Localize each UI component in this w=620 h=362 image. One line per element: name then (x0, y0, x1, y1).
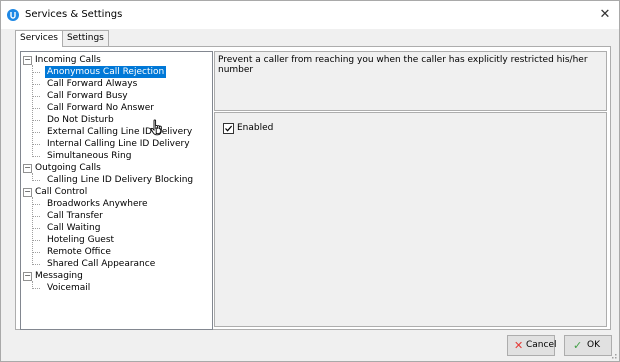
tab-settings[interactable]: Settings (61, 30, 109, 46)
title-bar: Services & Settings ✕ (1, 1, 619, 29)
collapse-toggle-icon[interactable]: − (23, 164, 32, 173)
collapse-toggle-icon[interactable]: − (23, 272, 32, 281)
tree-group-label[interactable]: Call Control (35, 186, 87, 198)
tree-item-label[interactable]: Do Not Disturb (47, 114, 114, 126)
tree-guide-line (32, 108, 40, 109)
tree-group-label[interactable]: Messaging (35, 270, 83, 282)
tree-group-outgoing-calls[interactable]: − Outgoing Calls (21, 162, 210, 174)
tree-guide-line (32, 252, 40, 253)
tree-item-label[interactable]: Broadworks Anywhere (47, 198, 148, 210)
tree-item-anonymous-call-rejection[interactable]: Anonymous Call Rejection (21, 66, 210, 78)
tree-item-label[interactable]: Hoteling Guest (47, 234, 114, 246)
tree-item-label[interactable]: External Calling Line ID Delivery (47, 126, 192, 138)
tree-item-label[interactable]: Call Transfer (47, 210, 103, 222)
tree-item-label[interactable]: Call Forward No Answer (47, 102, 154, 114)
tree-item-label[interactable]: Simultaneous Ring (47, 150, 131, 162)
tree-guide-line (32, 204, 40, 205)
tree-item-label[interactable]: Voicemail (47, 282, 90, 294)
tree-group-label[interactable]: Incoming Calls (35, 54, 101, 66)
tree-item-call-waiting[interactable]: Call Waiting (21, 222, 210, 234)
tree-guide-line (32, 120, 40, 121)
tree-item-remote-office[interactable]: Remote Office (21, 246, 210, 258)
tree-item-label[interactable]: Call Forward Always (47, 78, 137, 90)
services-settings-window: Services & Settings ✕ Services Settings … (0, 0, 620, 362)
tree-item-external-calling-line-id-delivery[interactable]: External Calling Line ID Delivery (21, 126, 210, 138)
tree-guide-line (32, 288, 40, 289)
tree-guide-line (32, 72, 40, 73)
ok-label: OK (587, 340, 600, 350)
tree-item-label[interactable]: Call Forward Busy (47, 90, 128, 102)
tree-guide-line (32, 84, 40, 85)
tree-group-call-control[interactable]: − Call Control (21, 186, 210, 198)
collapse-toggle-icon[interactable]: − (23, 56, 32, 65)
tree-group-incoming-calls[interactable]: − Incoming Calls (21, 54, 210, 66)
tree-guide-line (32, 240, 40, 241)
check-icon: ✓ (573, 339, 583, 352)
tree-item-call-transfer[interactable]: Call Transfer (21, 210, 210, 222)
tree-item-label[interactable]: Shared Call Appearance (47, 258, 155, 270)
tree-item-label[interactable]: Internal Calling Line ID Delivery (47, 138, 190, 150)
service-settings-box: Enabled (214, 112, 607, 327)
tree-item-simultaneous-ring[interactable]: Simultaneous Ring (21, 150, 210, 162)
close-icon: ✕ (599, 7, 611, 22)
cancel-button[interactable]: ✕ Cancel (507, 335, 557, 356)
tree-item-voicemail[interactable]: Voicemail (21, 282, 210, 294)
service-description: Prevent a caller from reaching you when … (218, 55, 588, 75)
tree-item-shared-call-appearance[interactable]: Shared Call Appearance (21, 258, 210, 270)
close-button[interactable]: ✕ (595, 3, 615, 27)
tree-item-call-forward-busy[interactable]: Call Forward Busy (21, 90, 210, 102)
tree-item-label[interactable]: Call Waiting (47, 222, 100, 234)
tree-guide-line (32, 264, 40, 265)
tab-services[interactable]: Services (15, 30, 63, 47)
tree-guide-line (32, 180, 40, 181)
enabled-checkbox[interactable] (223, 123, 234, 134)
tree-item-calling-line-id-delivery-blocking[interactable]: Calling Line ID Delivery Blocking (21, 174, 210, 186)
enabled-label[interactable]: Enabled (237, 123, 273, 133)
tree-guide-line (32, 132, 40, 133)
tree-guide-line (32, 144, 40, 145)
tree-group-messaging[interactable]: − Messaging (21, 270, 210, 282)
tree-group-label[interactable]: Outgoing Calls (35, 162, 101, 174)
tree-item-broadworks-anywhere[interactable]: Broadworks Anywhere (21, 198, 210, 210)
tree-guide-line (32, 216, 40, 217)
resize-grip-icon[interactable] (609, 351, 617, 359)
service-description-box: Prevent a caller from reaching you when … (214, 51, 607, 111)
tree-item-do-not-disturb[interactable]: Do Not Disturb (21, 114, 210, 126)
tree-guide-line (32, 228, 40, 229)
services-tree[interactable]: − Incoming Calls Anonymous Call Rejection C… (20, 51, 213, 330)
tab-bar: Services Settings (15, 30, 109, 47)
tree-item-label[interactable]: Anonymous Call Rejection (45, 66, 167, 78)
x-icon: ✕ (514, 339, 524, 352)
tree-guide-line (32, 156, 40, 157)
ok-button[interactable]: ✓ OK (564, 335, 612, 356)
tree-guide-line (32, 96, 40, 97)
cancel-label: Cancel (526, 340, 557, 350)
tree-item-label[interactable]: Calling Line ID Delivery Blocking (47, 174, 193, 186)
tree-item-label[interactable]: Remote Office (47, 246, 111, 258)
tree-item-call-forward-always[interactable]: Call Forward Always (21, 78, 210, 90)
app-icon (7, 9, 19, 21)
tree-item-call-forward-no-answer[interactable]: Call Forward No Answer (21, 102, 210, 114)
tree-item-internal-calling-line-id-delivery[interactable]: Internal Calling Line ID Delivery (21, 138, 210, 150)
services-tab-panel: − Incoming Calls Anonymous Call Rejection C… (15, 46, 611, 330)
window-title: Services & Settings (25, 9, 123, 20)
check-icon (225, 125, 233, 132)
collapse-toggle-icon[interactable]: − (23, 188, 32, 197)
tree-item-hoteling-guest[interactable]: Hoteling Guest (21, 234, 210, 246)
